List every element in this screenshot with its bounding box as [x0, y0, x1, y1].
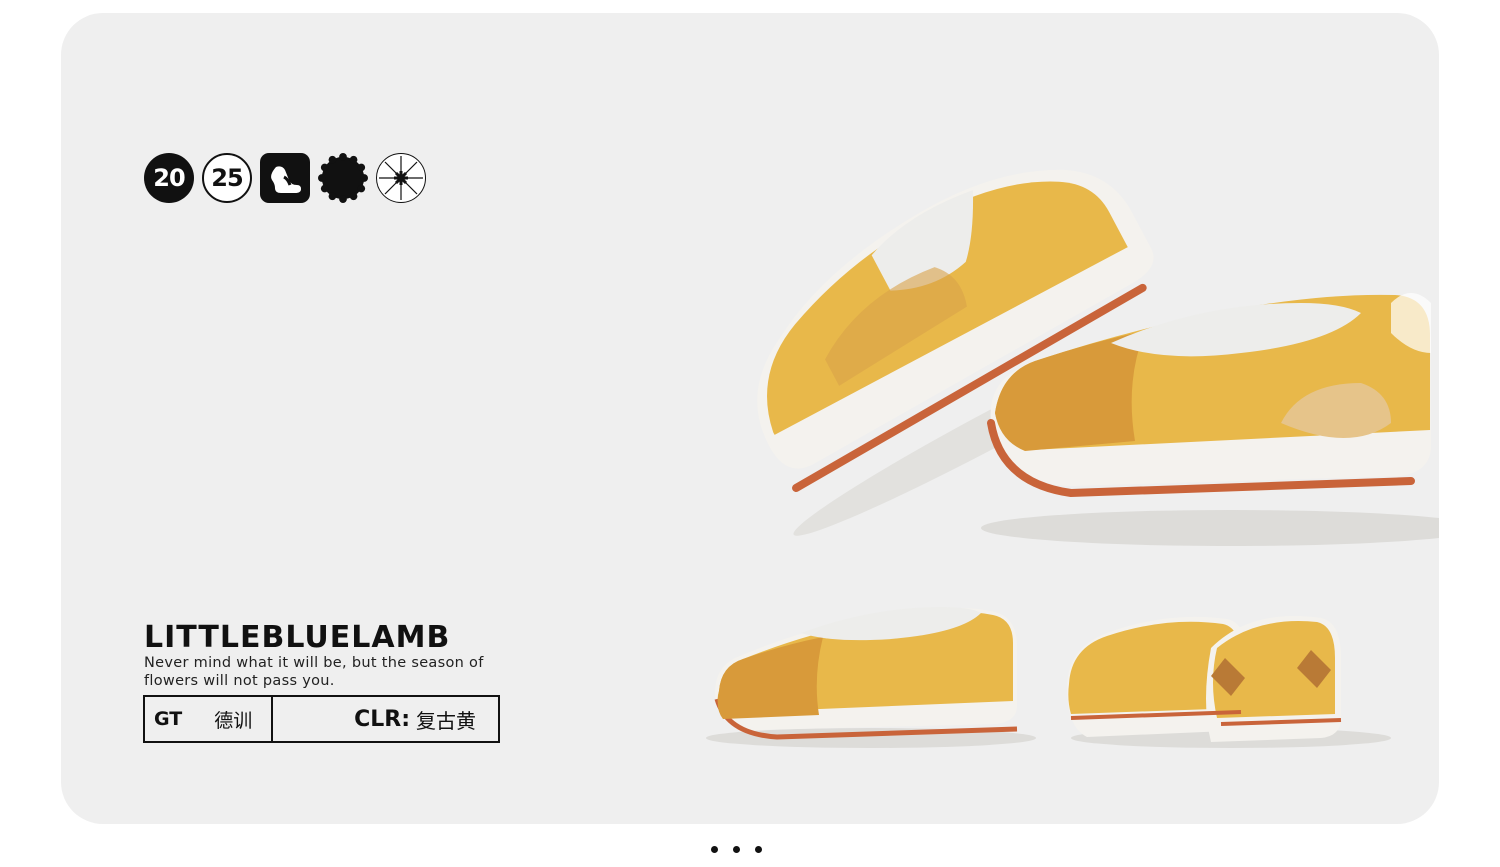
year-badge-25: 25 — [202, 153, 252, 203]
product-name: 德训 — [214, 709, 253, 732]
pager-dot[interactable] — [733, 846, 740, 853]
badge-row: 20 25 — [144, 152, 426, 204]
color-value: 复古黄 — [416, 708, 476, 733]
product-card: 20 25 LITTLEBLUELAMB Never mind what it … — [61, 13, 1439, 824]
pager-dot[interactable] — [711, 846, 718, 853]
shoe-pair-hero-image — [757, 169, 1439, 546]
product-color-cell: CLR: 复古黄 — [273, 697, 498, 741]
shoe-rear-view-image — [1067, 616, 1391, 748]
carousel-pager — [711, 846, 762, 853]
product-code-cell: GT 德训 — [145, 697, 273, 741]
color-label: CLR: — [354, 706, 410, 732]
starburst-icon — [376, 153, 426, 203]
shoe-side-view-image — [706, 607, 1036, 748]
brand-tagline: Never mind what it will be, but the seas… — [144, 655, 484, 689]
footprint-icon — [260, 153, 310, 203]
year-badge-20: 20 — [144, 153, 194, 203]
product-info-box: GT 德训 CLR: 复古黄 — [143, 695, 500, 743]
pager-dot[interactable] — [755, 846, 762, 853]
product-code: GT — [154, 708, 183, 730]
scallop-circle-icon — [318, 153, 368, 203]
brand-wordmark: LITTLEBLUELAMB — [144, 620, 451, 655]
